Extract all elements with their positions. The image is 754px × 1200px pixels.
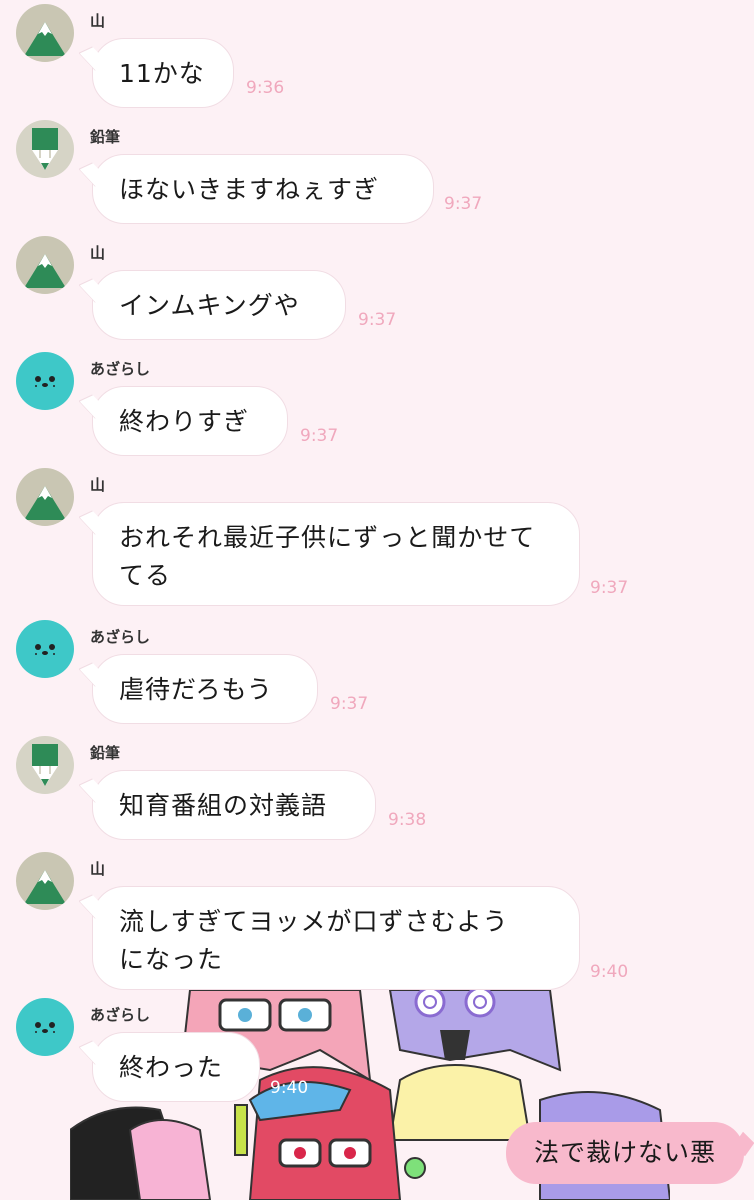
message-bubble[interactable]: インムキングや	[92, 270, 346, 340]
message-bubble[interactable]: 虐待だろもう	[92, 654, 318, 724]
message-bubble[interactable]: 終わった	[92, 1032, 260, 1102]
mountain-icon[interactable]	[16, 4, 74, 62]
chat-log: 山 11かな 9:36 鉛筆 ほないきますねぇすぎ 9:37 山 インムキングや…	[0, 0, 754, 1200]
sender-name: あざらし	[90, 360, 151, 378]
sender-name: あざらし	[90, 628, 151, 646]
message-time: 9:38	[388, 810, 427, 830]
outgoing-message-bubble[interactable]: 法で裁けない悪	[505, 1122, 744, 1184]
message-bubble[interactable]: おれそれ最近子供にずっと聞かせて てる	[92, 502, 580, 606]
message-time: 9:37	[300, 426, 339, 446]
message-time: 9:37	[444, 194, 483, 214]
sender-name: 山	[90, 244, 106, 262]
sender-name: あざらし	[90, 1006, 151, 1024]
pencil-icon[interactable]	[16, 736, 74, 794]
message-bubble[interactable]: 11かな	[92, 38, 234, 108]
message-bubble[interactable]: 知育番組の対義語	[92, 770, 376, 840]
message-time: 9:37	[358, 310, 397, 330]
message-bubble[interactable]: 流しすぎてヨッメが口ずさむよう になった	[92, 886, 580, 990]
mountain-icon[interactable]	[16, 852, 74, 910]
message-time: 9:37	[590, 578, 629, 598]
sender-name: 鉛筆	[90, 744, 121, 762]
sender-name: 山	[90, 12, 106, 30]
seal-icon[interactable]	[16, 998, 74, 1056]
message-time: 9:37	[330, 694, 369, 714]
mountain-icon[interactable]	[16, 468, 74, 526]
message-bubble[interactable]: 終わりすぎ	[92, 386, 288, 456]
seal-icon[interactable]	[16, 620, 74, 678]
sender-name: 山	[90, 476, 106, 494]
pencil-icon[interactable]	[16, 120, 74, 178]
sender-name: 鉛筆	[90, 128, 121, 146]
message-time: 9:40	[270, 1078, 309, 1098]
seal-icon[interactable]	[16, 352, 74, 410]
message-time: 9:36	[246, 78, 285, 98]
mountain-icon[interactable]	[16, 236, 74, 294]
sender-name: 山	[90, 860, 106, 878]
message-time: 9:40	[590, 962, 629, 982]
message-bubble[interactable]: ほないきますねぇすぎ	[92, 154, 434, 224]
